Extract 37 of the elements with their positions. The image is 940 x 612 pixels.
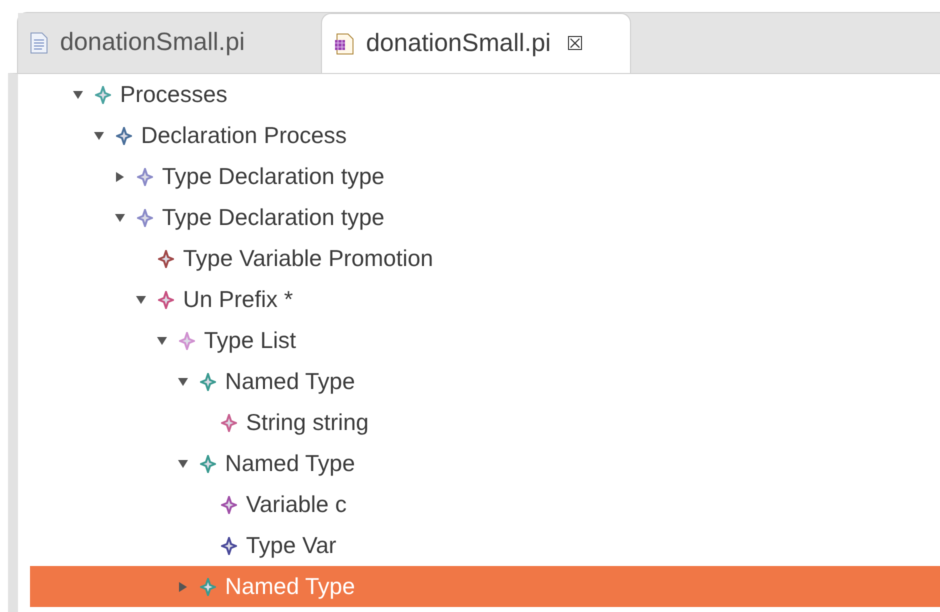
node-label: Named Type — [225, 572, 355, 602]
node-label: Named Type — [225, 367, 355, 396]
tree-row[interactable]: Processes — [30, 74, 940, 115]
node-label: Type Variable Promotion — [183, 244, 434, 274]
expanded-triangle-icon[interactable] — [177, 458, 189, 468]
node-label: Type Declaration type — [162, 203, 384, 232]
tree-row[interactable]: Named Type — [30, 443, 940, 484]
node-label: Variable c — [246, 490, 347, 520]
tree-row[interactable]: Variable c — [30, 484, 940, 525]
collapsed-triangle-icon[interactable] — [115, 170, 125, 182]
tree-row[interactable]: String string — [30, 402, 940, 443]
expanded-triangle-icon[interactable] — [135, 294, 147, 304]
node-label: Un Prefix * — [183, 285, 293, 314]
tree-row[interactable]: Type List — [30, 320, 940, 361]
node-label: Named Type — [225, 449, 355, 478]
expanded-triangle-icon[interactable] — [156, 336, 168, 346]
node-label: Declaration Process — [141, 121, 347, 150]
tree-row[interactable]: Type Declaration type — [30, 156, 940, 197]
tree-row[interactable]: Type Declaration type — [30, 197, 940, 238]
model-file-icon — [334, 32, 354, 54]
node-label: Type Declaration type — [162, 162, 384, 192]
close-button[interactable]: ⮽ — [566, 28, 583, 58]
expanded-triangle-icon[interactable] — [72, 90, 84, 100]
expanded-triangle-icon[interactable] — [177, 376, 189, 386]
node-label: String string — [246, 408, 369, 438]
tree-row[interactable]: Type Variable Promotion — [30, 238, 940, 279]
node-label: Type List — [204, 326, 296, 356]
expanded-triangle-icon[interactable] — [114, 212, 126, 222]
tree-row[interactable]: Un Prefix * — [30, 279, 940, 320]
expanded-triangle-icon[interactable] — [93, 130, 105, 140]
tree-row[interactable]: Named Type — [30, 361, 940, 402]
document-icon — [30, 32, 48, 54]
tree-row[interactable]: Type Var — [30, 525, 940, 566]
tree-row[interactable]: Declaration Process — [30, 115, 940, 156]
editor-tab[interactable]: donationSmall.pi ⮽ — [321, 13, 631, 73]
node-label: Type Var — [246, 531, 336, 560]
node-label: Processes — [120, 80, 228, 110]
